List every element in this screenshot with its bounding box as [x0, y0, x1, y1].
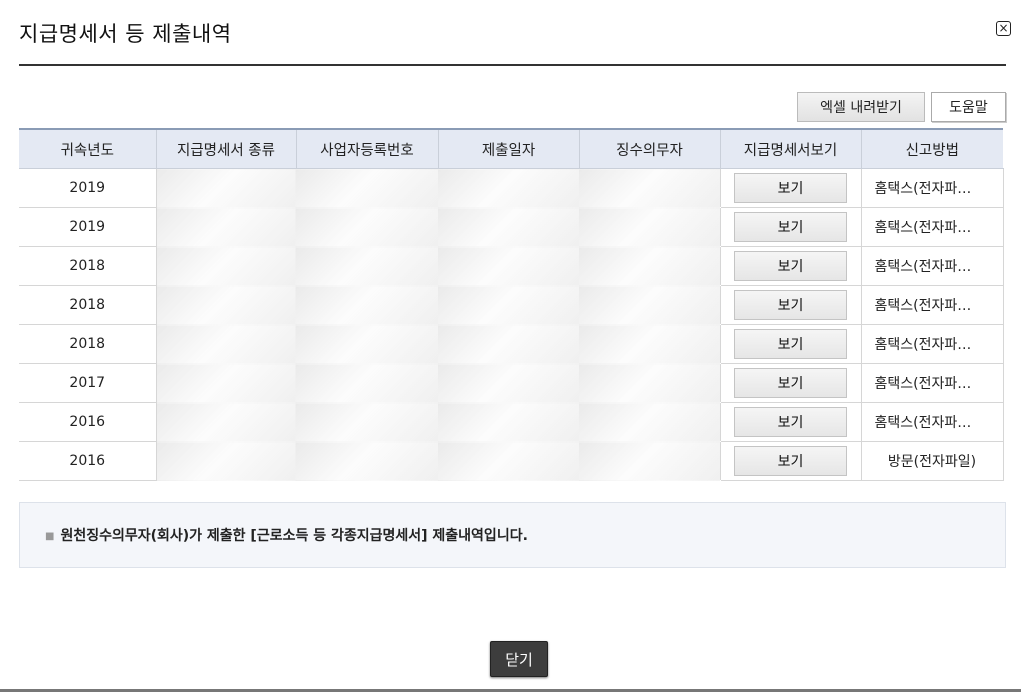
view-button[interactable]: 보기: [734, 290, 847, 320]
method-cell: 홈택스(전자파…: [860, 207, 1004, 247]
year-cell: 2018: [19, 285, 157, 325]
redacted-cell: [438, 246, 579, 286]
method-cell: 홈택스(전자파…: [860, 246, 1004, 286]
year-cell: 2017: [19, 363, 157, 403]
table-row: 2019 보기 홈택스(전자파…: [19, 168, 1004, 208]
view-button[interactable]: 보기: [734, 329, 847, 359]
table-row: 2016 보기 방문(전자파일): [19, 441, 1004, 481]
redacted-cell: [296, 285, 438, 325]
redacted-cell: [579, 441, 720, 481]
excel-download-button[interactable]: 엑셀 내려받기: [797, 92, 925, 122]
redacted-cell: [438, 324, 579, 364]
table-header-row: 귀속년도 지급명세서 종류 사업자등록번호 제출일자 징수의무자 지급명세서보기…: [19, 128, 1003, 169]
method-cell: 홈택스(전자파…: [860, 285, 1004, 325]
header-withholding-agent: 징수의무자: [578, 128, 720, 169]
redacted-cell: [579, 285, 720, 325]
redacted-cell: [296, 324, 438, 364]
redacted-cell: [296, 441, 438, 481]
view-button[interactable]: 보기: [734, 368, 847, 398]
year-cell: 2018: [19, 246, 157, 286]
redacted-cell: [579, 207, 720, 247]
method-cell: 방문(전자파일): [860, 441, 1004, 481]
redacted-cell: [156, 441, 296, 481]
view-cell: 보기: [719, 402, 861, 442]
redacted-cell: [438, 168, 579, 208]
title-divider: [19, 64, 1006, 66]
redacted-cell: [156, 285, 296, 325]
view-button[interactable]: 보기: [734, 173, 847, 203]
table-row: 2016 보기 홈택스(전자파…: [19, 402, 1004, 442]
redacted-cell: [579, 402, 720, 442]
help-button[interactable]: 도움말: [931, 92, 1006, 122]
header-year: 귀속년도: [19, 128, 156, 169]
year-cell: 2019: [19, 168, 157, 208]
year-cell: 2018: [19, 324, 157, 364]
redacted-cell: [579, 324, 720, 364]
table-row: 2018 보기 홈택스(전자파…: [19, 285, 1004, 325]
header-statement-type: 지급명세서 종류: [155, 128, 296, 169]
submission-table: 귀속년도 지급명세서 종류 사업자등록번호 제출일자 징수의무자 지급명세서보기…: [19, 128, 1004, 481]
view-cell: 보기: [719, 246, 861, 286]
view-button[interactable]: 보기: [734, 407, 847, 437]
redacted-cell: [156, 324, 296, 364]
redacted-cell: [296, 402, 438, 442]
view-button[interactable]: 보기: [734, 212, 847, 242]
info-text: 원천징수의무자(회사)가 제출한 [근로소득 등 각종지급명세서] 제출내역입니…: [60, 528, 528, 544]
method-cell: 홈택스(전자파…: [860, 324, 1004, 364]
header-submit-date: 제출일자: [437, 128, 579, 169]
bullet-icon: ■: [45, 530, 55, 542]
redacted-cell: [438, 285, 579, 325]
year-cell: 2019: [19, 207, 157, 247]
redacted-cell: [579, 363, 720, 403]
redacted-cell: [579, 246, 720, 286]
redacted-cell: [296, 168, 438, 208]
view-cell: 보기: [719, 441, 861, 481]
view-button[interactable]: 보기: [734, 446, 847, 476]
header-view-statement: 지급명세서보기: [719, 128, 861, 169]
redacted-cell: [156, 207, 296, 247]
year-cell: 2016: [19, 441, 157, 481]
page-title: 지급명세서 등 제출내역: [19, 22, 232, 46]
view-button[interactable]: 보기: [734, 251, 847, 281]
table-row: 2019 보기 홈택스(전자파…: [19, 207, 1004, 247]
close-icon[interactable]: ×: [996, 21, 1011, 36]
redacted-cell: [296, 246, 438, 286]
redacted-cell: [579, 168, 720, 208]
view-cell: 보기: [719, 207, 861, 247]
view-cell: 보기: [719, 285, 861, 325]
redacted-cell: [156, 168, 296, 208]
close-button[interactable]: 닫기: [490, 641, 548, 677]
redacted-cell: [438, 363, 579, 403]
redacted-cell: [156, 363, 296, 403]
header-filing-method: 신고방법: [860, 128, 1003, 169]
redacted-cell: [438, 402, 579, 442]
view-cell: 보기: [719, 363, 861, 403]
method-cell: 홈택스(전자파…: [860, 402, 1004, 442]
table-row: 2017 보기 홈택스(전자파…: [19, 363, 1004, 403]
redacted-cell: [156, 402, 296, 442]
info-message: ■ 원천징수의무자(회사)가 제출한 [근로소득 등 각종지급명세서] 제출내역입…: [45, 525, 528, 545]
redacted-cell: [438, 441, 579, 481]
redacted-cell: [438, 207, 579, 247]
redacted-cell: [296, 363, 438, 403]
year-cell: 2016: [19, 402, 157, 442]
view-cell: 보기: [719, 324, 861, 364]
table-row: 2018 보기 홈택스(전자파…: [19, 324, 1004, 364]
view-cell: 보기: [719, 168, 861, 208]
header-business-number: 사업자등록번호: [295, 128, 438, 169]
method-cell: 홈택스(전자파…: [860, 168, 1004, 208]
redacted-cell: [156, 246, 296, 286]
table-row: 2018 보기 홈택스(전자파…: [19, 246, 1004, 286]
method-cell: 홈택스(전자파…: [860, 363, 1004, 403]
redacted-cell: [296, 207, 438, 247]
